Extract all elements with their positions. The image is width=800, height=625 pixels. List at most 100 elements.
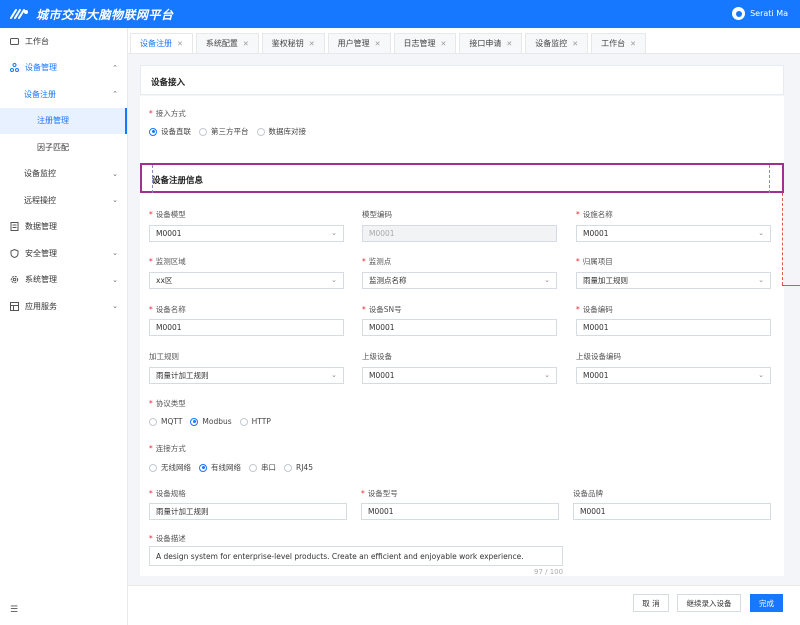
facility-name-select[interactable]: M0001 ⌄ <box>576 225 771 242</box>
device-sn-input[interactable]: M0001 <box>362 319 557 336</box>
app-icon <box>10 301 19 311</box>
radio-direct-connect[interactable]: 设备直联 <box>149 126 191 137</box>
tab-api-request[interactable]: 接口申请 ✕ <box>459 33 523 53</box>
device-name-input[interactable]: M0001 <box>149 319 344 336</box>
radio-dot[interactable] <box>149 463 157 472</box>
radio-dot[interactable] <box>149 417 157 426</box>
radio-modbus[interactable]: Modbus <box>190 417 232 426</box>
processing-rule-select[interactable]: 雨量计加工规则 ⌄ <box>149 367 344 384</box>
radio-dot[interactable] <box>256 127 265 136</box>
close-icon[interactable]: ✕ <box>506 40 512 48</box>
close-icon[interactable]: ✕ <box>441 40 447 48</box>
character-counter: 97 / 100 <box>534 568 564 576</box>
collapse-menu-icon[interactable]: ☰ <box>10 605 18 615</box>
tab-system-config[interactable]: 系统配置 ✕ <box>195 33 259 53</box>
sidebar-item-label: 远程操控 <box>24 195 56 205</box>
continue-entry-button[interactable]: 继续录入设备 <box>677 594 741 612</box>
device-code-input[interactable]: M0001 <box>576 319 771 336</box>
sidebar-item-registration-management[interactable]: 注册管理 <box>0 107 127 134</box>
monitor-area-label: * 监测区域 <box>149 257 186 266</box>
close-icon[interactable]: ✕ <box>630 40 636 48</box>
sidebar-item-label: 注册管理 <box>37 116 69 126</box>
sidebar-item-workbench[interactable]: 工作台 <box>0 28 127 55</box>
close-icon[interactable]: ✕ <box>177 40 183 48</box>
model-code-input: M0001 <box>362 225 557 242</box>
user-menu[interactable]: Serati Ma <box>732 7 788 20</box>
radio-dot[interactable] <box>249 463 257 472</box>
tab-bar: 设备注册 ✕ 系统配置 ✕ 鉴权秘钥 ✕ 用户管理 ✕ 日志管理 ✕ 接口申请 ✕ 设备监控… <box>128 28 800 54</box>
device-access-card: 设备接入 <box>140 65 784 95</box>
tab-device-monitoring[interactable]: 设备监控 ✕ <box>525 33 589 53</box>
radio-third-party[interactable]: 第三方平台 <box>199 126 249 137</box>
section-title: 设备注册信息 <box>152 176 204 186</box>
data-icon <box>10 222 19 232</box>
chevron-up-icon: ⌃ <box>112 63 118 72</box>
device-model-select[interactable]: M0001 ⌄ <box>149 225 344 242</box>
sidebar-item-label: 设备注册 <box>24 89 56 99</box>
sidebar-item-remote-control[interactable]: 远程操控 ⌄ <box>0 187 127 214</box>
radio-dot[interactable] <box>149 127 157 136</box>
radio-database[interactable]: 数据库对接 <box>256 126 306 137</box>
parent-device-select[interactable]: M0001 ⌄ <box>362 367 557 384</box>
sidebar-item-app-services[interactable]: 应用服务 ⌄ <box>0 293 127 320</box>
project-select[interactable]: 雨量加工规则 ⌄ <box>576 272 771 289</box>
radio-dot[interactable] <box>239 417 248 426</box>
sidebar-item-label: 系统管理 <box>25 275 57 285</box>
close-icon[interactable]: ✕ <box>572 40 578 48</box>
chevron-down-icon: ⌄ <box>758 371 764 379</box>
chevron-down-icon: ⌄ <box>758 229 764 237</box>
parent-device-code-select[interactable]: M0001 ⌄ <box>576 367 771 384</box>
sidebar-item-device-registration[interactable]: 设备注册 ⌃ <box>0 81 127 108</box>
sidebar-item-label: 设备管理 <box>25 63 57 73</box>
tab-device-registration[interactable]: 设备注册 ✕ <box>130 33 193 53</box>
close-icon[interactable]: ✕ <box>243 40 249 48</box>
app-logo[interactable]: 城市交通大脑物联网平台 <box>10 6 174 23</box>
radio-dot[interactable] <box>190 417 199 426</box>
finish-button[interactable]: 完成 <box>750 594 783 612</box>
chevron-down-icon: ⌄ <box>112 275 118 284</box>
description-textarea[interactable]: A design system for enterprise-level pro… <box>149 546 563 566</box>
radio-wireless[interactable]: 无线网络 <box>149 462 191 473</box>
tab-log-management[interactable]: 日志管理 ✕ <box>393 33 457 53</box>
radio-wired[interactable]: 有线网络 <box>199 462 241 473</box>
facility-name-label: * 设施名称 <box>576 210 613 219</box>
sidebar-item-data-management[interactable]: 数据管理 <box>0 214 127 241</box>
monitor-area-select[interactable]: xx区 ⌄ <box>149 272 344 289</box>
device-model-label: * 设备模型 <box>149 210 186 219</box>
radio-dot[interactable] <box>199 127 207 136</box>
tab-user-management[interactable]: 用户管理 ✕ <box>327 33 391 53</box>
close-icon[interactable]: ✕ <box>375 40 381 48</box>
sidebar: 工作台 设备管理 ⌃ 设备注册 ⌃ 注册管理 因子匹配 设备监控 ⌄ 远程操控 … <box>0 28 128 625</box>
device-type-input[interactable]: M0001 <box>361 503 559 520</box>
cancel-button[interactable]: 取 消 <box>633 594 669 612</box>
brand-label: 设备品牌 <box>573 489 603 498</box>
monitor-point-select[interactable]: 监测点名称 ⌄ <box>362 272 557 289</box>
radio-serial[interactable]: 串口 <box>249 462 276 473</box>
radio-mqtt[interactable]: MQTT <box>149 417 182 426</box>
parent-device-label: 上级设备 <box>362 352 392 361</box>
sidebar-item-factor-matching[interactable]: 因子匹配 <box>0 134 127 161</box>
sidebar-item-security-management[interactable]: 安全管理 ⌄ <box>0 240 127 267</box>
close-icon[interactable]: ✕ <box>309 40 315 48</box>
sidebar-item-label: 数据管理 <box>25 222 57 232</box>
radio-rj45[interactable]: RJ45 <box>284 463 313 472</box>
user-name: Serati Ma <box>750 9 788 18</box>
chevron-down-icon: ⌄ <box>112 249 118 257</box>
radio-http[interactable]: HTTP <box>239 417 271 426</box>
tab-auth-keys[interactable]: 鉴权秘钥 ✕ <box>261 33 325 53</box>
monitor-point-label: * 监测点 <box>362 257 392 266</box>
avatar <box>732 7 746 20</box>
tab-workbench[interactable]: 工作台 ✕ <box>591 33 646 53</box>
sidebar-item-device-monitoring[interactable]: 设备监控 ⌄ <box>0 161 127 188</box>
sidebar-item-label: 安全管理 <box>25 248 57 258</box>
device-icon <box>10 63 19 73</box>
sidebar-item-system-management[interactable]: 系统管理 ⌄ <box>0 267 127 294</box>
spec-input[interactable]: 雨量计加工规则 <box>149 503 347 520</box>
connection-radio-group: 无线网络 有线网络 串口 RJ45 <box>149 462 321 473</box>
app-title: 城市交通大脑物联网平台 <box>36 7 174 22</box>
radio-dot[interactable] <box>199 463 207 472</box>
top-bar: 城市交通大脑物联网平台 Serati Ma <box>0 0 800 28</box>
sidebar-item-device-management[interactable]: 设备管理 ⌃ <box>0 55 127 82</box>
brand-input[interactable]: M0001 <box>573 503 771 520</box>
radio-dot[interactable] <box>284 463 292 472</box>
